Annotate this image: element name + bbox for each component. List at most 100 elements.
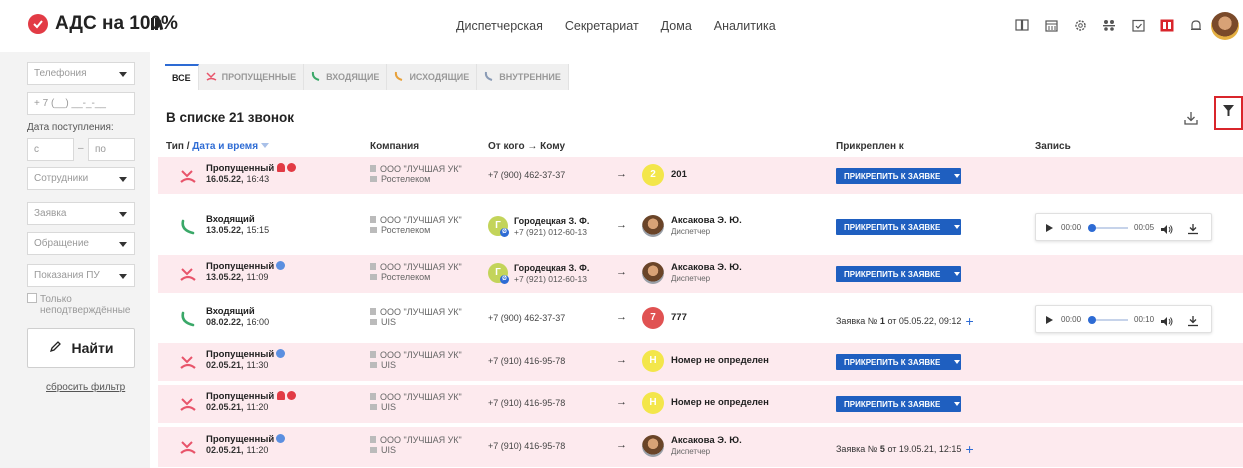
chevron-down-icon [954,174,961,178]
tab-outgoing[interactable]: ИСХОДЯЩИЕ [387,64,478,90]
company-cell: ООО "ЛУЧШАЯ УК" UIS [370,307,462,327]
table-row[interactable]: Пропущенный 02.05.21, 11:20 ООО "ЛУЧШАЯ УК"… [158,427,1243,467]
call-time: 16:00 [246,317,270,327]
nav-houses[interactable]: Дома [661,19,692,33]
table-row[interactable]: Пропущенный 02.05.21, 11:30 ООО "ЛУЧШАЯ УК"… [158,343,1243,381]
bell-icon[interactable] [1188,17,1204,33]
users-icon[interactable] [1101,17,1117,33]
nav-dispatch[interactable]: Диспетчерская [456,19,543,33]
chevron-down-icon [119,212,127,217]
attach-to-request-button[interactable]: ПРИКРЕПИТЬ К ЗАЯВКЕ [836,168,961,184]
caller-phone: +7 (910) 416-95-78 [488,356,566,366]
appeal-select-value: Обращение [34,238,89,249]
play-icon[interactable] [1046,316,1053,324]
report-icon[interactable] [1159,17,1175,33]
call-type-label: Входящий [206,214,255,225]
filter-button[interactable] [1214,96,1243,130]
attach-to-request-button[interactable]: ПРИКРЕПИТЬ К ЗАЯВКЕ [836,396,961,412]
col-type-label: Тип / [166,141,190,152]
audio-player: 00:00 00:05 [1035,213,1212,241]
table-row[interactable]: Пропущенный 13.05.22, 11:09 ООО "ЛУЧШАЯ УК"… [158,255,1243,293]
receiver-role: Диспетчер [671,447,711,456]
call-tabs: ВСЕ ПРОПУЩЕННЫЕ ВХОДЯЩИЕ ИСХОДЯЩИЕ ВНУТР… [165,64,569,90]
call-time: 11:20 [246,402,269,412]
provider-name: UIS [381,317,397,327]
caller-phone: +7 (921) 012-60-13 [514,227,588,237]
volume-icon[interactable] [1160,314,1173,332]
receiver-avatar: 7 [642,307,664,329]
caller-phone: +7 (900) 462-37-37 [488,170,566,180]
request-select[interactable]: Заявка [27,202,135,225]
unconfirmed-checkbox[interactable] [27,293,37,303]
col-type-datetime[interactable]: Тип / Дата и время [166,141,269,152]
date-to-input[interactable]: по [88,138,135,161]
attach-to-request-button[interactable]: ПРИКРЕПИТЬ К ЗАЯВКЕ [836,354,961,370]
company-name: ООО "ЛУЧШАЯ УК" [380,350,462,360]
phone-input[interactable]: + 7 (__) __-_-__ [27,92,135,115]
table-row[interactable]: Пропущенный 02.05.21, 11:20 ООО "ЛУЧШАЯ УК"… [158,385,1243,423]
download-icon[interactable] [1187,314,1199,332]
telephony-select-value: Телефония [34,68,87,79]
plus-icon[interactable]: + [965,441,973,457]
building-icon [370,263,376,270]
ticket-number: 5 [879,444,885,454]
audio-progress-handle[interactable] [1088,316,1096,324]
col-from-to: От кого → Кому [488,141,565,152]
call-time: 16:43 [246,174,270,184]
building-icon [370,165,376,172]
ticket-link[interactable]: Заявка № 5 от 19.05.21, 12:15 + [836,441,974,457]
volume-icon[interactable] [1160,222,1173,240]
play-icon[interactable] [1046,224,1053,232]
find-button[interactable]: Найти [27,328,135,368]
provider-icon [370,274,377,280]
appeal-select[interactable]: Обращение [27,232,135,255]
call-type-label: Пропущенный [206,349,275,360]
company-name: ООО "ЛУЧШАЯ УК" [380,392,462,402]
reset-filter-link[interactable]: сбросить фильтр [46,382,125,393]
plus-icon[interactable]: + [965,313,973,329]
attach-to-request-button[interactable]: ПРИКРЕПИТЬ К ЗАЯВКЕ [836,266,961,282]
missed-call-icon [206,71,217,83]
telephony-select[interactable]: Телефония [27,62,135,85]
ticket-link[interactable]: Заявка № 1 от 05.05.22, 09:12 + [836,313,974,329]
col-record: Запись [1035,141,1071,152]
incoming-call-icon [311,71,321,83]
alarm-icon [277,391,286,400]
download-icon[interactable] [1187,222,1199,240]
tab-missed[interactable]: ПРОПУЩЕННЫЕ [198,64,305,90]
audio-player: 00:00 00:10 [1035,305,1212,333]
date-from-input[interactable]: с [27,138,74,161]
attach-to-request-button[interactable]: ПРИКРЕПИТЬ К ЗАЯВКЕ [836,219,961,235]
date-label: Дата поступления: [27,122,114,133]
tab-incoming[interactable]: ВХОДЯЩИЕ [304,64,388,90]
employees-select[interactable]: Сотрудники [27,167,135,190]
company-name: ООО "ЛУЧШАЯ УК" [380,215,462,225]
tab-internal[interactable]: ВНУТРЕННИЕ [477,64,569,90]
phone-input-placeholder: + 7 (__) __-_-__ [34,98,106,109]
call-date: 08.02.22, [206,317,244,327]
unconfirmed-label: Только неподтверждённые [40,294,131,316]
table-row[interactable]: Входящий 08.02.22, 16:00 ООО "ЛУЧШАЯ УК" UIS… [158,297,1243,341]
gear-icon[interactable] [1072,17,1088,33]
col-from-label: От кого [488,141,525,152]
call-date: 02.05.21, [206,360,244,370]
table-row[interactable]: Входящий 13.05.22, 15:15 ООО "ЛУЧШАЯ УК" Рос… [158,205,1243,249]
sort-down-icon [260,141,269,152]
company-cell: ООО "ЛУЧШАЯ УК" UIS [370,435,462,455]
nav-analytics[interactable]: Аналитика [714,19,776,33]
tab-all[interactable]: ВСЕ [165,64,199,90]
calendar-icon[interactable] [1043,17,1059,33]
call-date: 02.05.21, [206,445,244,455]
provider-name: Ростелеком [381,225,431,235]
table-row[interactable]: Пропущенный 16.05.22, 16:43 ООО "ЛУЧШАЯ УК"… [158,157,1243,194]
download-icon[interactable] [1183,110,1199,131]
library-icon[interactable] [150,17,164,36]
checklist-icon[interactable] [1130,17,1146,33]
caller-phone: +7 (921) 012-60-13 [514,274,588,284]
book-icon[interactable] [1014,17,1030,33]
user-avatar[interactable] [1211,12,1239,40]
caller-avatar: ГØ [488,216,509,237]
audio-progress-handle[interactable] [1088,224,1096,232]
meter-select[interactable]: Показания ПУ [27,264,135,287]
nav-secretariat[interactable]: Секретариат [565,19,639,33]
